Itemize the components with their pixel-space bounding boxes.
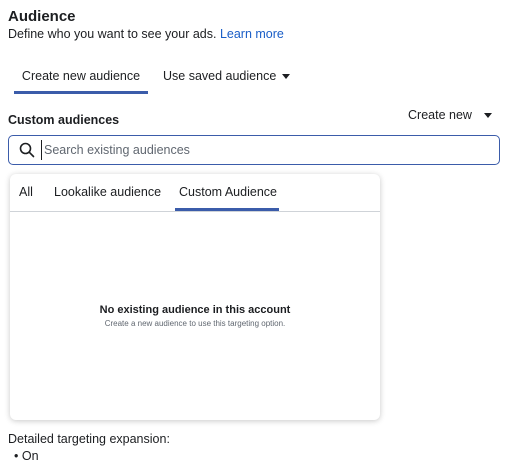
tab-all[interactable]: All [19,185,33,199]
create-new-label: Create new [408,108,472,122]
tab-label: Use saved audience [163,69,277,83]
tab-label: Create new audience [21,69,141,83]
caret-down-icon [282,74,291,80]
audience-dropdown-panel: All Lookalike audience Custom Audience N… [10,174,380,420]
detailed-targeting-value: • On [14,449,39,463]
empty-state-subtitle: Create a new audience to use this target… [104,319,286,328]
active-tab-indicator [175,208,279,211]
search-input[interactable] [41,140,481,160]
audience-tabs: Create new audience Use saved audience [8,60,298,96]
section-title: Audience [8,8,76,25]
custom-audiences-label: Custom audiences [8,113,120,127]
learn-more-link[interactable]: Learn more [220,27,284,41]
audience-search-box[interactable] [8,135,500,165]
tab-lookalike-audience[interactable]: Lookalike audience [54,185,161,199]
dropdown-tabs: All Lookalike audience Custom Audience [10,174,380,212]
tab-create-new-audience[interactable]: Create new audience [14,60,148,94]
create-new-dropdown[interactable]: Create new [408,108,492,122]
section-subtitle: Define who you want to see your ads. Lea… [8,27,284,41]
tab-use-saved-audience[interactable]: Use saved audience [163,60,293,94]
tab-custom-audience[interactable]: Custom Audience [179,185,277,199]
subtitle-text: Define who you want to see your ads. [8,27,217,41]
detailed-targeting-value-text: On [21,449,39,463]
caret-down-icon [483,113,492,119]
detailed-targeting-label: Detailed targeting expansion: [8,432,170,446]
search-icon [19,142,35,158]
empty-state-title: No existing audience in this account [99,304,291,316]
